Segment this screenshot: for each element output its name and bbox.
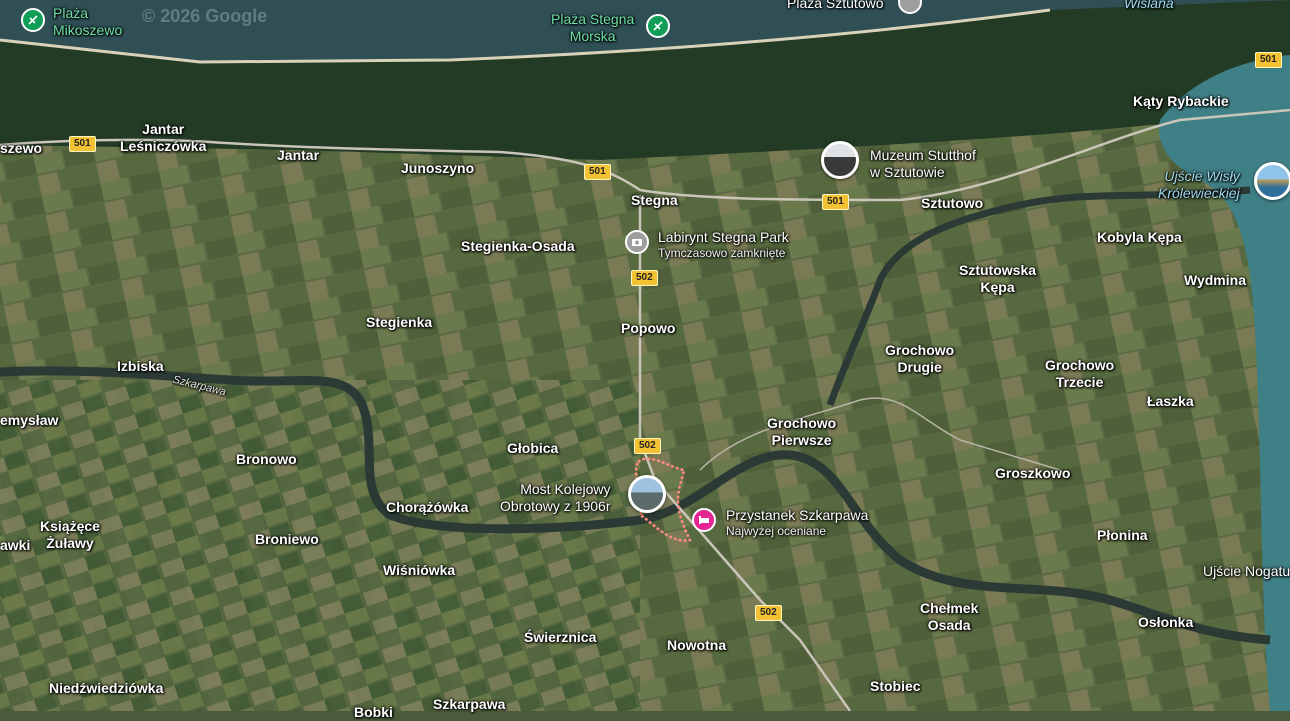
place-label-grochowo-trzecie[interactable]: Grochowo Trzecie — [1045, 357, 1114, 391]
satellite-map[interactable] — [0, 0, 1290, 711]
place-label-ujscie-wisly[interactable]: Ujście Wisły Królewieckiej — [1158, 168, 1240, 202]
place-label-junoszyno[interactable]: Junoszyno — [401, 160, 474, 177]
place-label-plaza-sztutowo[interactable]: Plaża Sztutowo — [787, 0, 884, 12]
place-label-plonina[interactable]: Płonina — [1097, 527, 1148, 544]
place-label-szkarpawa[interactable]: Szkarpawa — [433, 696, 505, 713]
route-shield-501: 501 — [584, 164, 611, 180]
place-label-stegienka[interactable]: Stegienka — [366, 314, 432, 331]
hotel-icon[interactable] — [692, 508, 716, 532]
route-shield-501: 501 — [1255, 52, 1282, 68]
place-label-labirynt[interactable]: Labirynt Stegna Park Tymczasowo zamknięte — [658, 229, 789, 260]
photo-marker-ujscie[interactable] — [1254, 162, 1290, 200]
place-label-plaza-stegna[interactable]: Plaża Stegna Morska — [551, 11, 634, 45]
place-label-zawki[interactable]: awki — [0, 537, 30, 554]
copyright-watermark: © 2026 Google — [142, 6, 268, 26]
route-shield-501: 501 — [822, 194, 849, 210]
route-shield-502: 502 — [755, 605, 782, 621]
place-label-bobki[interactable]: Bobki — [354, 704, 393, 721]
place-label-grochowo-pierwsze[interactable]: Grochowo Pierwsze — [767, 415, 836, 449]
place-label-jantar[interactable]: Jantar — [277, 147, 319, 164]
place-label-broniewo[interactable]: Broniewo — [255, 531, 319, 548]
place-label-stegna[interactable]: Stegna — [631, 192, 678, 209]
place-label-stobiec[interactable]: Stobiec — [870, 678, 921, 695]
place-label-katy-rybackie[interactable]: Kąty Rybackie — [1133, 93, 1229, 110]
place-label-sztutowo[interactable]: Sztutowo — [921, 195, 983, 212]
place-label-muzeum-stutthof[interactable]: Muzeum Stutthof w Sztutowie — [870, 147, 976, 181]
place-label-globica[interactable]: Głobica — [507, 440, 558, 457]
route-shield-501: 501 — [69, 136, 96, 152]
place-label-plaza-mikoszewo[interactable]: Plaża Mikoszewo — [53, 5, 122, 39]
place-label-ujscie-nogatu[interactable]: Ujście Nogatu — [1203, 563, 1290, 580]
place-label-wydmina[interactable]: Wydmina — [1184, 272, 1246, 289]
place-label-przemyslaw[interactable]: emysław — [0, 412, 58, 429]
place-label-popowo[interactable]: Popowo — [621, 320, 675, 337]
place-label-chelmek-osada[interactable]: Chełmek Osada — [920, 600, 978, 634]
place-label-izbiska[interactable]: Izbiska — [117, 358, 164, 375]
place-label-grochowo-drugie[interactable]: Grochowo Drugie — [885, 342, 954, 376]
place-label-niedzwiedziowka[interactable]: Niedźwiedziówka — [49, 680, 163, 697]
place-label-nowotna[interactable]: Nowotna — [667, 637, 726, 654]
place-label-bronowo[interactable]: Bronowo — [236, 451, 297, 468]
camera-icon[interactable] — [625, 230, 649, 254]
place-label-most-kolejowy[interactable]: Most Kolejowy Obrotowy z 1906r — [500, 481, 611, 515]
place-label-oslonka[interactable]: Osłonka — [1138, 614, 1193, 631]
place-label-wislana: Wiślana — [1124, 0, 1174, 11]
place-label-przystanek-szkarpawa[interactable]: Przystanek Szkarpawa Najwyżej oceniane — [726, 507, 868, 538]
place-label-groszkowo[interactable]: Groszkowo — [995, 465, 1070, 482]
place-label-ksiazece-zulawy[interactable]: Książęce Żuławy — [40, 518, 100, 552]
photo-marker-most[interactable] — [628, 475, 666, 513]
route-shield-502: 502 — [634, 438, 661, 454]
beach-icon[interactable] — [646, 14, 670, 38]
place-label-sztutowska-kepa[interactable]: Sztutowska Kępa — [959, 262, 1036, 296]
place-label-kobyla-kepa[interactable]: Kobyla Kępa — [1097, 229, 1182, 246]
route-shield-502: 502 — [631, 270, 658, 286]
place-label-chorazowka[interactable]: Chorążówka — [386, 499, 468, 516]
place-label-laszka[interactable]: Łaszka — [1147, 393, 1194, 410]
place-label-swierznica[interactable]: Świerznica — [524, 629, 596, 646]
place-label-wisniowka[interactable]: Wiśniówka — [383, 562, 455, 579]
museum-icon[interactable] — [821, 141, 859, 179]
place-label-stegienka-osada[interactable]: Stegienka-Osada — [461, 238, 575, 255]
beach-icon[interactable] — [21, 8, 45, 32]
place-label-jantar-lesniczowka[interactable]: Jantar Leśniczówka — [120, 121, 206, 155]
place-label-mikoszewo[interactable]: szewo — [0, 140, 42, 157]
